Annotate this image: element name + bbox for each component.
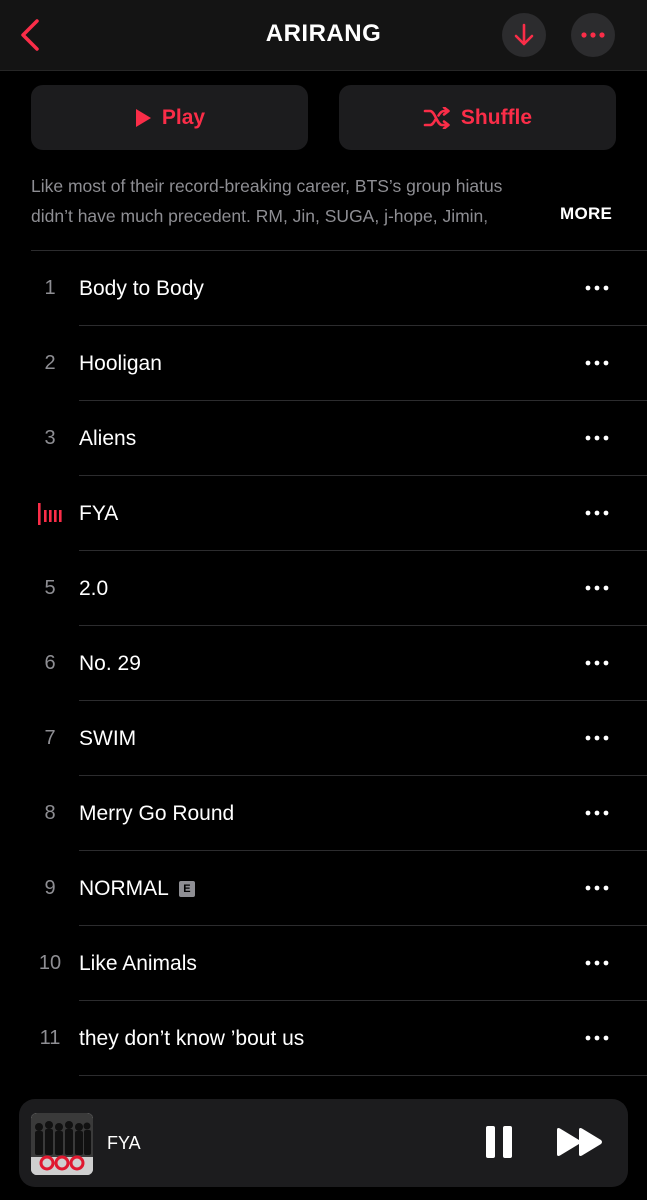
track-more-icon[interactable] [584, 509, 610, 517]
ellipsis-icon [581, 32, 605, 38]
track-number: 11 [39, 1027, 61, 1049]
skip-forward-icon [557, 1128, 602, 1156]
track-title-wrap: 2.0 [79, 551, 108, 626]
track-number: 1 [44, 277, 56, 299]
track-title: NORMAL [79, 877, 169, 900]
track-row[interactable]: 11 they don’t know ’bout us [0, 1001, 647, 1076]
track-title-wrap: FYA [79, 476, 118, 551]
track-title: they don’t know ’bout us [79, 1027, 305, 1050]
shuffle-icon [423, 106, 450, 129]
track-title: No. 29 [79, 652, 141, 675]
track-more-icon[interactable] [584, 434, 610, 442]
track-more-icon[interactable] [584, 584, 610, 592]
track-title: FYA [79, 502, 119, 525]
track-row[interactable]: 3 Aliens [0, 401, 647, 476]
download-arrow-icon [514, 23, 534, 46]
track-title: Body to Body [79, 277, 204, 300]
track-number: 3 [44, 427, 56, 449]
track-title-wrap: SWIM [79, 701, 136, 776]
track-title-wrap: Body to Body [79, 251, 204, 326]
track-more-icon[interactable] [584, 959, 610, 967]
track-row[interactable]: 2 Hooligan [0, 326, 647, 401]
track-title-wrap: Merry Go Round [79, 776, 234, 851]
track-number: 9 [44, 877, 56, 899]
track-row[interactable]: 1 Body to Body [0, 251, 647, 326]
track-row[interactable]: 7 SWIM [0, 701, 647, 776]
track-more-icon[interactable] [584, 659, 610, 667]
track-row[interactable]: FYA [0, 476, 647, 551]
track-title-wrap: Like Animals [79, 926, 197, 1001]
track-row[interactable]: 6 No. 29 [0, 626, 647, 701]
track-title-wrap: Hooligan [79, 326, 162, 401]
track-more-icon[interactable] [584, 734, 610, 742]
track-title-wrap: No. 29 [79, 626, 141, 701]
shuffle-button[interactable]: Shuffle [339, 85, 616, 150]
divider [79, 1075, 647, 1076]
track-row[interactable]: 8 Merry Go Round [0, 776, 647, 851]
nav-bar: ARIRANG [0, 0, 647, 71]
track-more-icon[interactable] [584, 1034, 610, 1042]
track-number: 2 [44, 352, 56, 374]
play-button[interactable]: Play [31, 85, 308, 150]
track-more-icon[interactable] [584, 809, 610, 817]
track-title-wrap: Aliens [79, 401, 136, 476]
skip-forward-button[interactable] [555, 1127, 605, 1157]
track-number: 10 [38, 952, 62, 974]
description-line-2: didn’t have much precedent. RM, Jin, SUG… [31, 206, 489, 226]
page-title: ARIRANG [265, 20, 382, 47]
now-playing-title: FYA [107, 1133, 141, 1153]
track-title: Merry Go Round [79, 802, 235, 825]
mini-player[interactable]: FYA [19, 1099, 628, 1187]
track-title: Like Animals [79, 952, 197, 975]
explicit-badge: E [178, 881, 195, 897]
track-title: Aliens [79, 427, 137, 450]
pause-icon [486, 1126, 512, 1158]
track-list: 1 Body to Body 2 Hooligan 3 Aliens FYA 5 2.0 6 No.… [0, 251, 647, 1076]
track-number: 8 [44, 802, 56, 824]
track-row[interactable]: 5 2.0 [0, 551, 647, 626]
track-row[interactable]: 10 Like Animals [0, 926, 647, 1001]
track-number: 6 [44, 652, 56, 674]
track-number: 7 [44, 727, 56, 749]
more-link[interactable]: MORE [560, 204, 612, 224]
track-more-icon[interactable] [584, 284, 610, 292]
track-title: SWIM [79, 727, 137, 750]
shuffle-button-label: Shuffle [460, 105, 533, 129]
album-description: Like most of their record-breaking caree… [31, 171, 556, 231]
play-button-label: Play [161, 105, 206, 129]
play-icon [135, 108, 151, 127]
track-more-icon[interactable] [584, 359, 610, 367]
track-title-wrap: they don’t know ’bout us [79, 1001, 304, 1076]
track-title: 2.0 [79, 577, 109, 600]
pause-button[interactable] [485, 1125, 513, 1159]
more-options-button[interactable] [571, 13, 615, 57]
track-title-wrap: NORMAL E [79, 851, 195, 926]
track-more-icon[interactable] [584, 884, 610, 892]
track-row[interactable]: 9 NORMAL E [0, 851, 647, 926]
download-button[interactable] [502, 13, 546, 57]
track-title: Hooligan [79, 352, 162, 375]
description-line-1: Like most of their record-breaking caree… [31, 176, 503, 196]
equalizer-bars-icon [38, 503, 62, 525]
album-artwork [31, 1113, 93, 1175]
track-number: 5 [44, 577, 56, 599]
